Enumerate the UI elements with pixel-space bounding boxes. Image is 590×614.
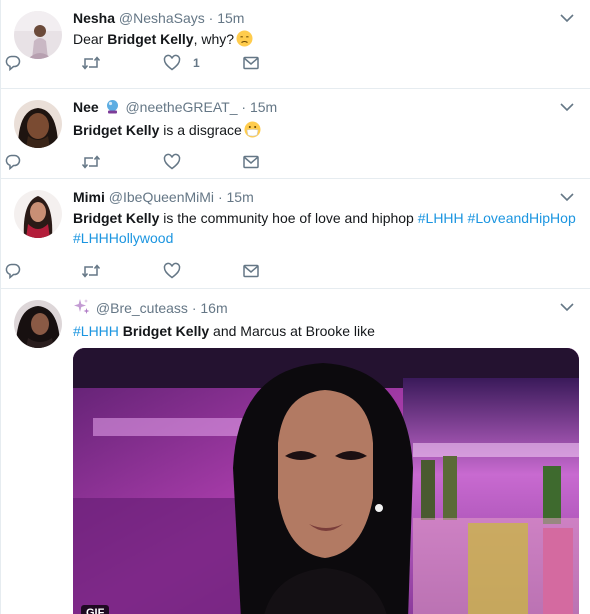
username[interactable]: @IbeQueenMiMi <box>109 189 214 205</box>
separator: · <box>241 99 247 115</box>
retweet-icon <box>81 155 101 169</box>
text-segment: , why? <box>193 31 235 47</box>
disappointed-face-icon <box>236 30 253 52</box>
gif-frame <box>73 348 579 614</box>
separator: · <box>208 10 214 26</box>
highlight-text: Bridget Kelly <box>122 323 210 339</box>
retweet-button[interactable] <box>81 53 101 73</box>
tweet-header: Nesha @NeshaSays · 15m <box>73 9 578 28</box>
retweet-icon <box>81 264 101 278</box>
chevron-down-icon[interactable] <box>560 302 574 312</box>
hashtag-link[interactable]: #LHHH <box>418 210 464 226</box>
separator: · <box>191 300 197 316</box>
highlight-text: Bridget Kelly <box>73 122 160 138</box>
tweet-header: @Bre_cuteass · 16m <box>73 298 578 320</box>
hashtag-link[interactable]: #LHHHollywood <box>73 230 173 246</box>
tweet-actions: 1 <box>1 53 301 73</box>
text-segment: is the community hoe of love and hiphop <box>159 210 418 226</box>
avatar[interactable] <box>14 190 62 238</box>
like-button[interactable] <box>163 261 181 281</box>
avatar[interactable] <box>14 11 62 59</box>
tweet[interactable]: @Bre_cuteass · 16m #LHHH Bridget Kelly a… <box>1 289 590 614</box>
separator: · <box>217 189 223 205</box>
text-segment: is a disgrace <box>159 122 242 138</box>
reply-button[interactable] <box>4 261 22 281</box>
highlight-text: Bridget Kelly <box>107 31 194 47</box>
direct-message-button[interactable] <box>242 53 260 73</box>
text-segment: Dear <box>73 31 108 47</box>
crystal-ball-icon <box>105 99 120 119</box>
avatar[interactable] <box>14 300 62 348</box>
timestamp[interactable]: 15m <box>250 99 277 115</box>
hashtag-link[interactable]: #LoveandHipHop <box>468 210 576 226</box>
tweet-header: Nee @neetheGREAT_ · 15m <box>73 98 578 119</box>
retweet-button[interactable] <box>81 261 101 281</box>
gif-badge: GIF <box>81 605 110 614</box>
tweet[interactable]: Nesha @NeshaSays · 15m Dear Bridget Kell… <box>1 0 590 89</box>
reply-icon <box>5 55 21 72</box>
face-with-medical-mask-icon <box>244 121 261 143</box>
tweet-actions <box>1 261 301 281</box>
tweet-text: #LHHH Bridget Kelly and Marcus at Brooke… <box>73 321 578 341</box>
envelope-icon <box>243 56 259 70</box>
display-name[interactable]: Mimi <box>73 189 105 205</box>
hashtag-link[interactable]: #LHHH <box>73 323 119 339</box>
timeline: Nesha @NeshaSays · 15m Dear Bridget Kell… <box>0 0 590 614</box>
direct-message-button[interactable] <box>242 152 260 172</box>
reply-button[interactable] <box>4 53 22 73</box>
tweet-text: Bridget Kelly is the community hoe of lo… <box>73 208 578 248</box>
display-name[interactable]: Nee <box>73 99 99 115</box>
envelope-icon <box>243 155 259 169</box>
tweet-text: Dear Bridget Kelly, why? <box>73 29 578 52</box>
direct-message-button[interactable] <box>242 261 260 281</box>
tweet-text: Bridget Kelly is a disgrace <box>73 120 578 143</box>
chevron-down-icon[interactable] <box>560 102 574 112</box>
chevron-down-icon[interactable] <box>560 192 574 202</box>
tweet-actions <box>1 152 301 172</box>
username[interactable]: @Bre_cuteass <box>96 300 188 316</box>
timestamp[interactable]: 15m <box>227 189 254 205</box>
timestamp[interactable]: 16m <box>200 300 227 316</box>
chevron-down-icon[interactable] <box>560 13 574 23</box>
timestamp[interactable]: 15m <box>217 10 244 26</box>
reply-button[interactable] <box>4 152 22 172</box>
username[interactable]: @neetheGREAT_ <box>125 99 237 115</box>
reply-icon <box>5 263 21 280</box>
heart-icon <box>163 54 181 71</box>
tweet[interactable]: Mimi @IbeQueenMiMi · 15m Bridget Kelly i… <box>1 179 590 289</box>
heart-icon <box>163 262 181 279</box>
username[interactable]: @NeshaSays <box>119 10 205 26</box>
tweet-header: Mimi @IbeQueenMiMi · 15m <box>73 188 578 207</box>
display-name[interactable]: Nesha <box>73 10 115 26</box>
text-segment: and Marcus at Brooke like <box>209 323 375 339</box>
like-button[interactable] <box>163 152 181 172</box>
reply-icon <box>5 154 21 171</box>
like-count: 1 <box>193 56 200 70</box>
sparkles-icon <box>73 298 90 320</box>
retweet-icon <box>81 56 101 70</box>
like-button[interactable]: 1 <box>163 53 200 73</box>
highlight-text: Bridget Kelly <box>73 210 160 226</box>
envelope-icon <box>243 264 259 278</box>
tweet[interactable]: Nee @neetheGREAT_ · 15m Bridget Kelly is… <box>1 89 590 179</box>
avatar[interactable] <box>14 100 62 148</box>
gif-media[interactable]: GIF <box>73 348 579 614</box>
heart-icon <box>163 153 181 170</box>
retweet-button[interactable] <box>81 152 101 172</box>
